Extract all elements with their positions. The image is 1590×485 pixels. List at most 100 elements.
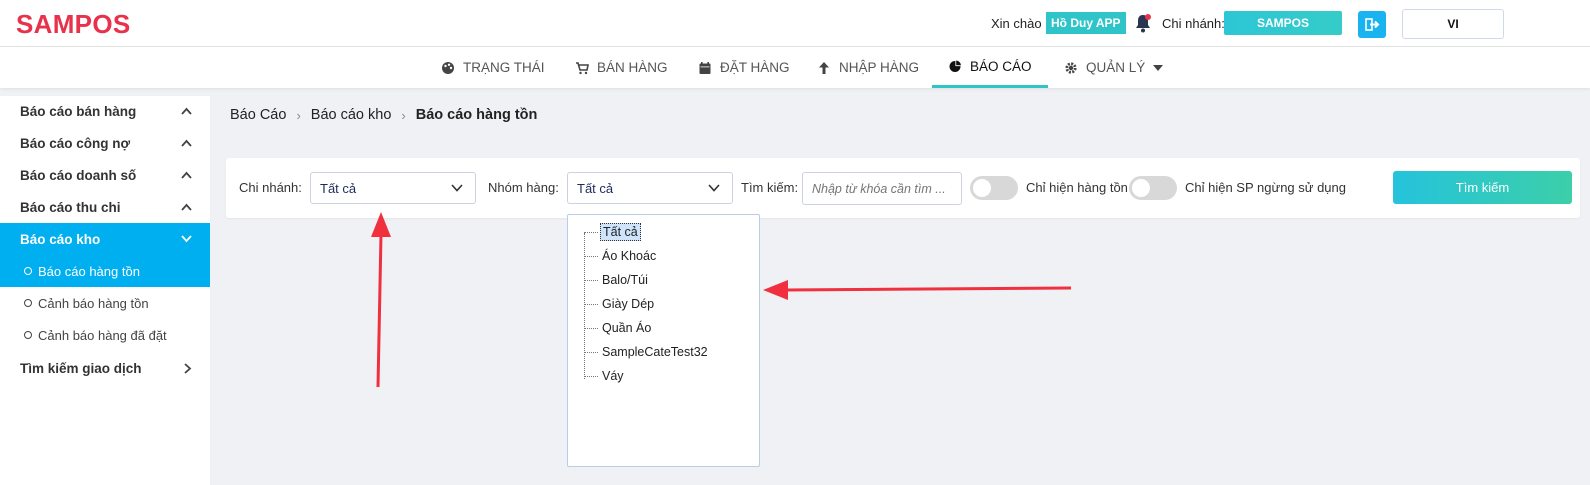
sidebar-subitem-label: Báo cáo hàng tồn: [38, 263, 140, 279]
nav-label: TRẠNG THÁI: [463, 60, 545, 75]
branch-label: Chi nhánh:: [1162, 16, 1225, 31]
category-tree-dropdown: Tất cả Áo Khoác Balo/Túi Giày Dép Quần Á…: [567, 214, 760, 467]
arrow-up-icon: [819, 61, 829, 74]
palette-icon: [442, 61, 454, 74]
sidebar-item-label: Báo cáo doanh số: [20, 167, 137, 183]
chevron-right-icon: ›: [401, 107, 406, 123]
tree-node-label: Áo Khoác: [602, 249, 657, 263]
sidebar-item-cong-no[interactable]: Báo cáo công nợ: [0, 127, 210, 159]
search-button[interactable]: Tìm kiếm: [1393, 171, 1572, 204]
greeting-text: Xin chào: [991, 16, 1042, 31]
sign-out-icon: [1365, 18, 1380, 31]
branch-select[interactable]: Tất cả: [310, 172, 476, 204]
logo[interactable]: SAMPOS: [16, 9, 130, 40]
circle-icon: [24, 299, 32, 307]
tree-node-all[interactable]: Tất cả: [584, 222, 641, 242]
tree-branch: [584, 231, 598, 233]
language-button[interactable]: VI: [1402, 9, 1504, 39]
sidebar-item-label: Báo cáo thu chi: [20, 199, 121, 215]
nav-label: BÁO CÁO: [970, 58, 1032, 74]
chevron-down-icon: [181, 235, 192, 243]
sidebar-item-doanh-so[interactable]: Báo cáo doanh số: [0, 159, 210, 191]
logout-button[interactable]: [1358, 11, 1386, 38]
toggle-knob: [1132, 179, 1150, 197]
nav-ban-hang[interactable]: BÁN HÀNG: [575, 47, 668, 88]
sidebar-item-ban-hang[interactable]: Báo cáo bán hàng: [0, 95, 210, 127]
sidebar-subitem-label: Cảnh báo hàng tồn: [38, 295, 149, 311]
nav-label: QUẢN LÝ: [1086, 60, 1146, 75]
search-input[interactable]: [802, 172, 962, 205]
tree-branch: [584, 327, 598, 329]
tree-node-label: Giày Dép: [602, 297, 655, 311]
sidebar-item-thu-chi[interactable]: Báo cáo thu chi: [0, 191, 210, 223]
main-nav: TRẠNG THÁI BÁN HÀNG ĐẶT HÀNG NHẬP HÀNG B…: [0, 47, 1590, 88]
group-select[interactable]: Tất cả: [567, 172, 733, 204]
nav-label: BÁN HÀNG: [597, 60, 668, 75]
sidebar-subitem-hang-ton[interactable]: Báo cáo hàng tồn: [0, 255, 210, 287]
sidebar-item-label: Báo cáo kho: [20, 231, 101, 247]
select-value: Tất cả: [577, 181, 614, 196]
tree-node[interactable]: Balo/Túi: [584, 270, 650, 290]
tree-node-label: Quần Áo: [602, 321, 652, 335]
chevron-right-icon: [184, 362, 192, 374]
sidebar-subitem-label: Cảnh báo hàng đã đặt: [38, 327, 167, 343]
sidebar: Báo cáo bán hàng Báo cáo công nợ Báo cáo…: [0, 96, 210, 485]
nav-nhap-hang[interactable]: NHẬP HÀNG: [817, 47, 919, 88]
tree-node-label: Váy: [602, 369, 624, 383]
toggle-ngung-su-dung[interactable]: [1129, 176, 1177, 200]
arrow-left-annotation: [763, 280, 1072, 300]
toggle-ngung-su-dung-label: Chỉ hiện SP ngừng sử dụng: [1185, 180, 1346, 195]
toggle-hang-ton[interactable]: [970, 176, 1018, 200]
nav-quan-ly[interactable]: QUẢN LÝ: [1064, 47, 1164, 88]
breadcrumb-item[interactable]: Báo Cáo: [230, 107, 286, 123]
nav-trang-thai[interactable]: TRẠNG THÁI: [441, 47, 545, 88]
user-name-badge[interactable]: Hồ Duy APP: [1046, 12, 1126, 34]
toggle-hang-ton-label: Chỉ hiện hàng tồn: [1026, 180, 1128, 195]
circle-icon: [24, 331, 32, 339]
sidebar-item-tim-kiem-giao-dich[interactable]: Tìm kiếm giao dịch: [0, 352, 210, 384]
sidebar-item-label: Báo cáo công nợ: [20, 135, 131, 151]
sidebar-item-label: Báo cáo bán hàng: [20, 103, 137, 119]
tree-branch: [584, 375, 598, 377]
tree-node[interactable]: Áo Khoác: [584, 246, 658, 266]
sidebar-item-kho[interactable]: Báo cáo kho: [0, 223, 210, 255]
caret-down-icon: [1153, 64, 1164, 71]
chevron-down-icon: [708, 184, 720, 192]
breadcrumb-item[interactable]: Báo cáo kho: [311, 107, 392, 123]
nav-label: ĐẶT HÀNG: [720, 60, 790, 75]
calendar-icon: [699, 61, 711, 74]
group-filter-label: Nhóm hàng:: [488, 180, 559, 195]
tree-branch: [584, 351, 598, 353]
cart-icon: [576, 61, 589, 74]
chevron-down-icon: [451, 184, 463, 192]
sidebar-item-label: Tìm kiếm giao dịch: [20, 360, 142, 376]
tree-node[interactable]: SampleCateTest32: [584, 342, 710, 362]
filter-panel: Chi nhánh: Tất cả Nhóm hàng: Tất cả Tìm …: [226, 158, 1580, 218]
chevron-right-icon: ›: [296, 107, 301, 123]
gear-icon: [1065, 61, 1077, 74]
tree-node[interactable]: Giày Dép: [584, 294, 656, 314]
sidebar-subitem-canh-bao-dat[interactable]: Cảnh báo hàng đã đặt: [0, 319, 210, 351]
circle-icon: [24, 267, 32, 275]
nav-dat-hang[interactable]: ĐẶT HÀNG: [698, 47, 790, 88]
chevron-up-icon: [181, 107, 192, 115]
tree-node-label: Balo/Túi: [602, 273, 648, 287]
tree-branch: [584, 279, 598, 281]
tree-node[interactable]: Váy: [584, 366, 626, 386]
nav-bao-cao[interactable]: BÁO CÁO: [932, 47, 1048, 88]
branch-button[interactable]: SAMPOS: [1224, 11, 1342, 35]
chevron-up-icon: [181, 171, 192, 179]
tree-node-label: Tất cả: [600, 223, 641, 241]
chevron-up-icon: [181, 203, 192, 211]
select-value: Tất cả: [320, 181, 357, 196]
nav-label: NHẬP HÀNG: [839, 60, 920, 75]
pie-chart-icon: [949, 59, 962, 72]
tree-node-label: SampleCateTest32: [602, 345, 708, 359]
bell-icon[interactable]: [1134, 13, 1152, 33]
chevron-up-icon: [181, 139, 192, 147]
sidebar-subitem-canh-bao-ton[interactable]: Cảnh báo hàng tồn: [0, 287, 210, 319]
tree-branch: [584, 303, 598, 305]
top-header: SAMPOS Xin chào Hồ Duy APP Chi nhánh: SA…: [0, 0, 1590, 47]
tree-branch: [584, 255, 598, 257]
tree-node[interactable]: Quần Áo: [584, 318, 653, 338]
